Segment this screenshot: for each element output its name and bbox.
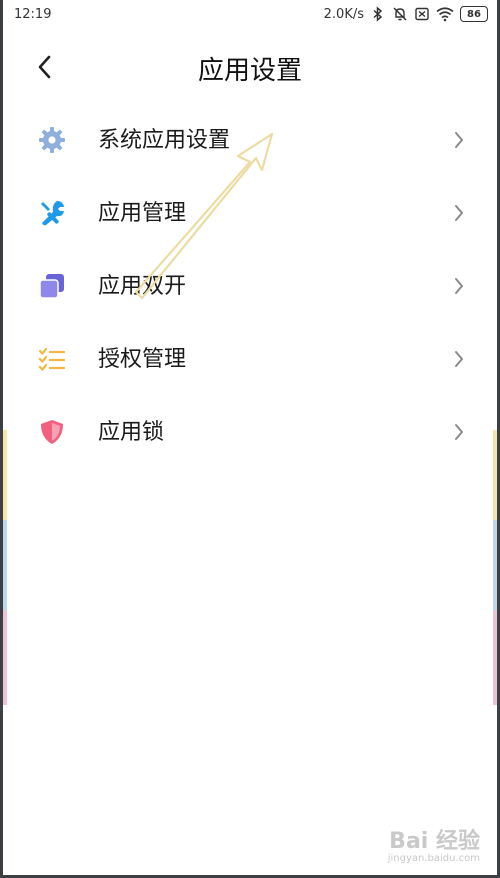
- dual-app-icon: [39, 274, 64, 299]
- menu-item-label: 应用双开: [98, 274, 187, 299]
- shield-icon: [41, 420, 63, 444]
- menu-item-system-app-settings[interactable]: 系统应用设置: [0, 102, 500, 175]
- chevron-right-icon: [455, 278, 463, 294]
- settings-list: 系统应用设置 应用管理 应用双开 授权管理 应用锁: [0, 102, 500, 467]
- watermark-main: Bai 经验: [389, 829, 480, 854]
- chevron-right-icon: [455, 132, 463, 148]
- menu-item-label: 系统应用设置: [98, 128, 231, 153]
- baidu-watermark: Bai 经验 jingyan.baidu.com: [388, 823, 480, 864]
- edge-strip-pink-right: [493, 610, 497, 705]
- wifi-icon: [436, 7, 454, 22]
- menu-item-label: 授权管理: [98, 347, 187, 372]
- chevron-right-icon: [455, 205, 463, 221]
- network-speed: 2.0K/s: [323, 6, 364, 22]
- menu-item-label: 应用管理: [98, 201, 187, 226]
- edge-strip-pink-left: [3, 610, 7, 705]
- menu-item-label: 应用锁: [98, 420, 165, 445]
- status-bar: 12:19 2.0K/s 86: [0, 0, 500, 30]
- status-icons: 2.0K/s 86: [324, 6, 488, 22]
- bluetooth-icon: [373, 6, 383, 22]
- battery-icon: 86: [460, 6, 488, 22]
- edge-strip-blue-left: [3, 520, 7, 610]
- gear-icon: [39, 127, 65, 153]
- edge-strip-blue-right: [493, 520, 497, 610]
- menu-item-app-lock[interactable]: 应用锁: [0, 394, 500, 467]
- status-time: 12:19: [14, 7, 52, 22]
- chevron-right-icon: [455, 424, 463, 440]
- watermark-sub: jingyan.baidu.com: [387, 853, 480, 864]
- checklist-icon: [38, 347, 66, 372]
- tools-icon: [41, 201, 64, 226]
- menu-item-app-management[interactable]: 应用管理: [0, 175, 500, 248]
- menu-item-permission-management[interactable]: 授权管理: [0, 321, 500, 394]
- mute-icon: [393, 7, 407, 21]
- page-title: 应用设置: [197, 56, 302, 86]
- chevron-right-icon: [455, 351, 463, 367]
- menu-item-dual-apps[interactable]: 应用双开: [0, 248, 500, 321]
- header: 应用设置: [0, 40, 500, 94]
- sim-disabled-icon: [415, 7, 429, 21]
